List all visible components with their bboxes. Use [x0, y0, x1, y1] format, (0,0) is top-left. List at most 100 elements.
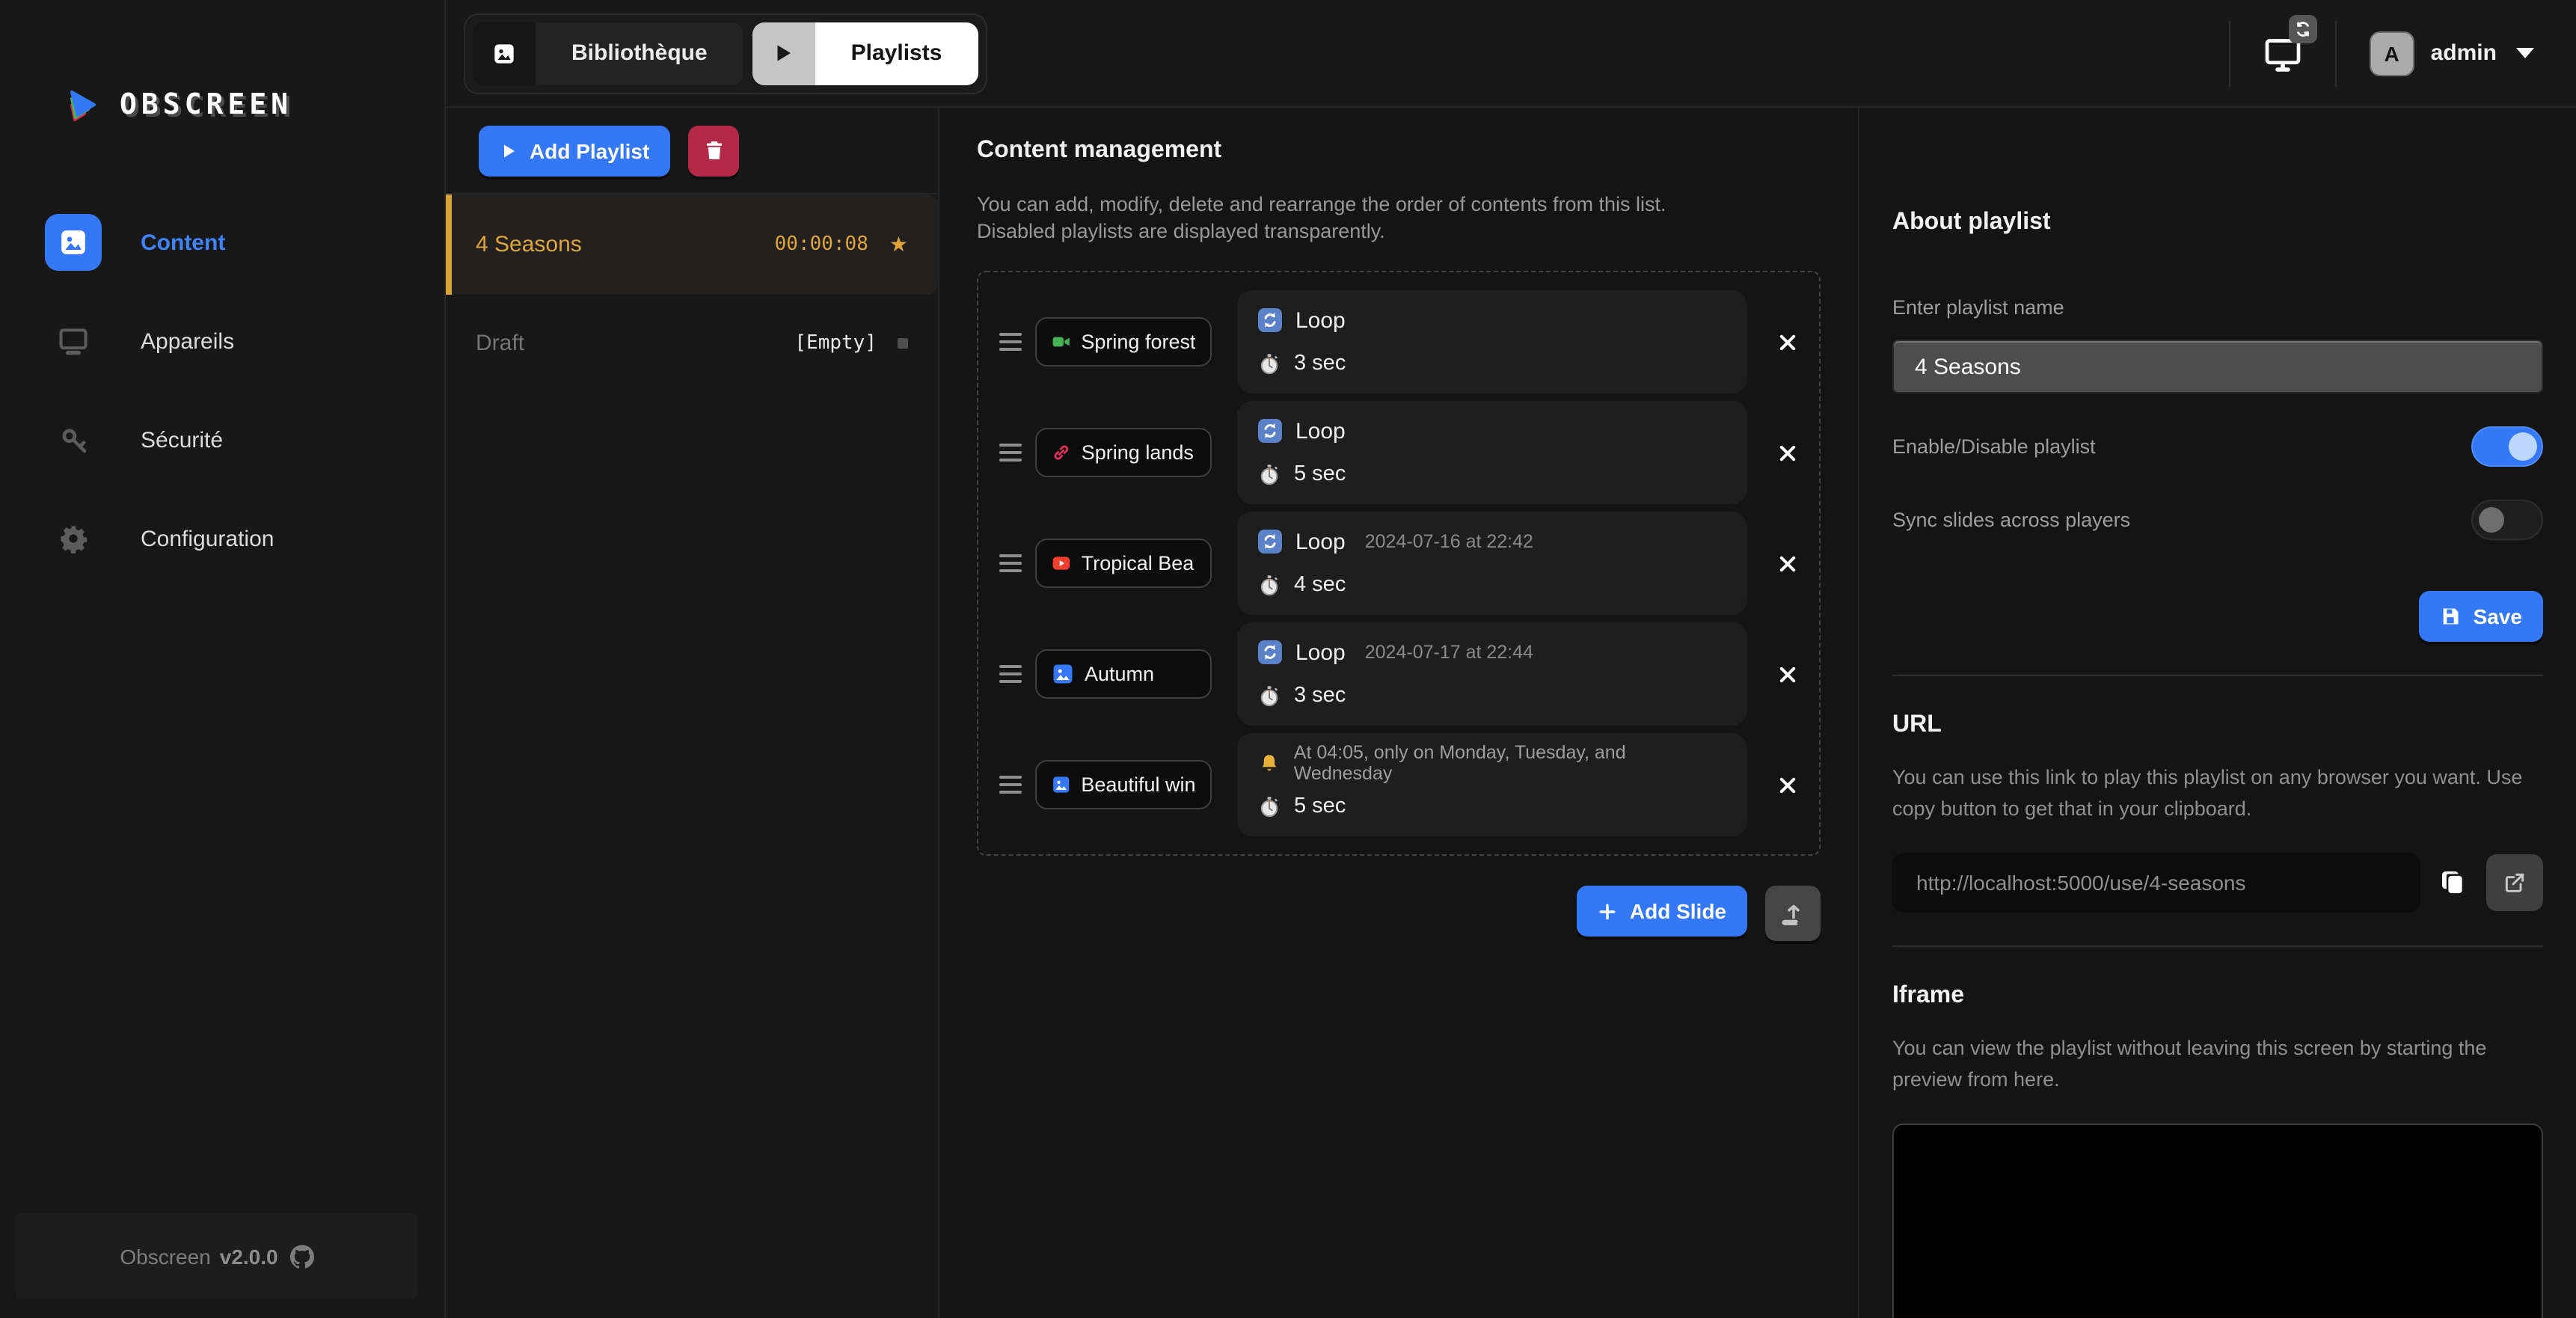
remove-slide-button[interactable]	[1747, 664, 1798, 685]
slide-media-button[interactable]: Tropical Bea…	[1035, 539, 1212, 589]
slide-media-button[interactable]: Spring lands…	[1035, 429, 1212, 478]
slide-media-button[interactable]: Autumn	[1035, 650, 1212, 699]
sidebar-item-appareils[interactable]: Appareils	[0, 308, 444, 374]
slide-row: Spring forest… Loop 3 sec	[999, 291, 1798, 394]
playlist-name: Draft	[476, 330, 524, 355]
drag-handle-icon[interactable]	[999, 665, 1035, 684]
playlist-item-4-seasons[interactable]: 4 Seasons 00:00:08 ★	[446, 194, 938, 295]
content-management-panel: Content management You can add, modify, …	[939, 108, 1858, 1318]
playlist-column: Add Playlist 4 Seasons 00:00:08 ★ Draft	[446, 108, 939, 1318]
youtube-icon	[1052, 553, 1071, 575]
copy-url-button[interactable]	[2438, 868, 2468, 898]
sidebar: OBSCREEN Content Appareils Sécurité	[0, 0, 446, 1318]
chevron-down-icon	[2516, 48, 2534, 58]
playlist-name: 4 Seasons	[476, 232, 582, 257]
save-label: Save	[2474, 604, 2522, 628]
playlist-status: [Empty]	[794, 331, 877, 354]
slide-duration: 3 sec	[1294, 684, 1346, 708]
slide-schedule: Loop	[1295, 308, 1346, 334]
close-icon	[1777, 664, 1798, 685]
sidebar-item-configuration[interactable]: Configuration	[0, 506, 444, 571]
content-title: Content management	[977, 138, 1821, 165]
obscreen-logo-icon	[66, 87, 102, 123]
slide-settings-card[interactable]: Loop 3 sec	[1237, 291, 1747, 394]
slide-schedule-date: 2024-07-17 at 22:44	[1365, 643, 1533, 663]
playlist-url-input[interactable]	[1892, 853, 2420, 913]
brand-name: OBSCREEN	[120, 88, 292, 121]
sidebar-item-securite[interactable]: Sécurité	[0, 407, 444, 473]
save-row: Save	[1892, 591, 2543, 642]
slide-schedule: Loop	[1295, 640, 1346, 666]
playlist-duration: 00:00:08	[775, 233, 868, 256]
slide-row: Autumn Loop 2024-07-17 at 22:44 3 sec	[999, 623, 1798, 726]
slide-duration: 4 sec	[1294, 574, 1346, 598]
add-slide-button[interactable]: Add Slide	[1577, 886, 1747, 937]
save-button[interactable]: Save	[2420, 591, 2543, 642]
loop-icon	[1258, 641, 1282, 665]
slide-row: Tropical Bea… Loop 2024-07-16 at 22:42 4…	[999, 512, 1798, 616]
stopwatch-icon	[1258, 685, 1281, 708]
drag-handle-icon[interactable]	[999, 333, 1035, 352]
slide-settings-card[interactable]: At 04:05, only on Monday, Tuesday, and W…	[1237, 734, 1747, 837]
playlist-preview-frame	[1892, 1123, 2543, 1318]
upload-slide-button[interactable]	[1765, 886, 1821, 942]
playlist-item-draft[interactable]: Draft [Empty]	[446, 295, 938, 390]
stopwatch-icon	[1258, 796, 1281, 818]
slide-media-button[interactable]: Spring forest…	[1035, 318, 1212, 367]
add-slide-label: Add Slide	[1630, 900, 1726, 924]
sync-badge-icon	[2289, 14, 2317, 43]
tab-playlists[interactable]: Playlists	[752, 22, 978, 85]
slide-settings-card[interactable]: Loop 5 sec	[1237, 402, 1747, 505]
loop-icon	[1258, 309, 1282, 333]
columns: Add Playlist 4 Seasons 00:00:08 ★ Draft	[446, 108, 2576, 1318]
account-menu[interactable]: A admin	[2337, 31, 2549, 76]
tab-bibliotheque[interactable]: Bibliothèque	[473, 22, 743, 85]
slide-name: Beautiful win…	[1081, 774, 1195, 797]
loop-icon	[1258, 420, 1282, 444]
sidebar-item-content[interactable]: Content	[0, 209, 444, 275]
add-playlist-label: Add Playlist	[530, 138, 649, 162]
account-name: admin	[2431, 40, 2497, 66]
content-description: You can add, modify, delete and rearrang…	[977, 191, 1725, 246]
link-icon	[1052, 442, 1071, 465]
slide-name: Autumn	[1085, 663, 1154, 686]
delete-playlist-button[interactable]	[688, 125, 739, 176]
screen-preview-button[interactable]	[2230, 32, 2335, 74]
close-icon	[1777, 554, 1798, 574]
drag-handle-icon[interactable]	[999, 776, 1035, 795]
iframe-title: Iframe	[1892, 983, 2543, 1010]
drag-handle-icon[interactable]	[999, 444, 1035, 463]
remove-slide-button[interactable]	[1747, 332, 1798, 353]
slide-settings-card[interactable]: Loop 2024-07-17 at 22:44 3 sec	[1237, 623, 1747, 726]
slide-settings-card[interactable]: Loop 2024-07-16 at 22:42 4 sec	[1237, 512, 1747, 616]
main-area: Bibliothèque Playlists	[446, 0, 2576, 1318]
slide-duration: 3 sec	[1294, 352, 1346, 376]
upload-icon	[1779, 901, 1806, 928]
slide-media-button[interactable]: Beautiful win…	[1035, 761, 1212, 810]
section-tabs: Bibliothèque Playlists	[464, 13, 987, 94]
playlist-name-input[interactable]	[1892, 340, 2543, 393]
github-icon[interactable]	[290, 1244, 314, 1268]
sync-toggle[interactable]	[2471, 500, 2543, 540]
toggle-knob	[2479, 507, 2504, 533]
topbar-right: A admin	[2229, 20, 2549, 86]
tab-label: Bibliothèque	[536, 22, 743, 85]
slides-list: Spring forest… Loop 3 sec Spr	[977, 272, 1821, 856]
remove-slide-button[interactable]	[1747, 443, 1798, 464]
enable-toggle[interactable]	[2471, 426, 2543, 467]
sidebar-item-label: Sécurité	[141, 427, 223, 453]
app-root: OBSCREEN Content Appareils Sécurité	[0, 0, 2576, 1318]
open-url-button[interactable]	[2486, 854, 2543, 911]
url-title: URL	[1892, 712, 2543, 739]
add-playlist-button[interactable]: Add Playlist	[479, 125, 670, 176]
remove-slide-button[interactable]	[1747, 554, 1798, 574]
remove-slide-button[interactable]	[1747, 775, 1798, 796]
iframe-description: You can view the playlist without leavin…	[1892, 1034, 2543, 1097]
enable-label: Enable/Disable playlist	[1892, 435, 2096, 458]
sync-toggle-row: Sync slides across players	[1892, 500, 2543, 540]
slide-row: Spring lands… Loop 5 sec	[999, 402, 1798, 505]
plus-icon	[1598, 902, 1618, 922]
slide-row: Beautiful win… At 04:05, only on Monday,…	[999, 734, 1798, 837]
bell-icon	[1258, 753, 1281, 775]
drag-handle-icon[interactable]	[999, 554, 1035, 574]
